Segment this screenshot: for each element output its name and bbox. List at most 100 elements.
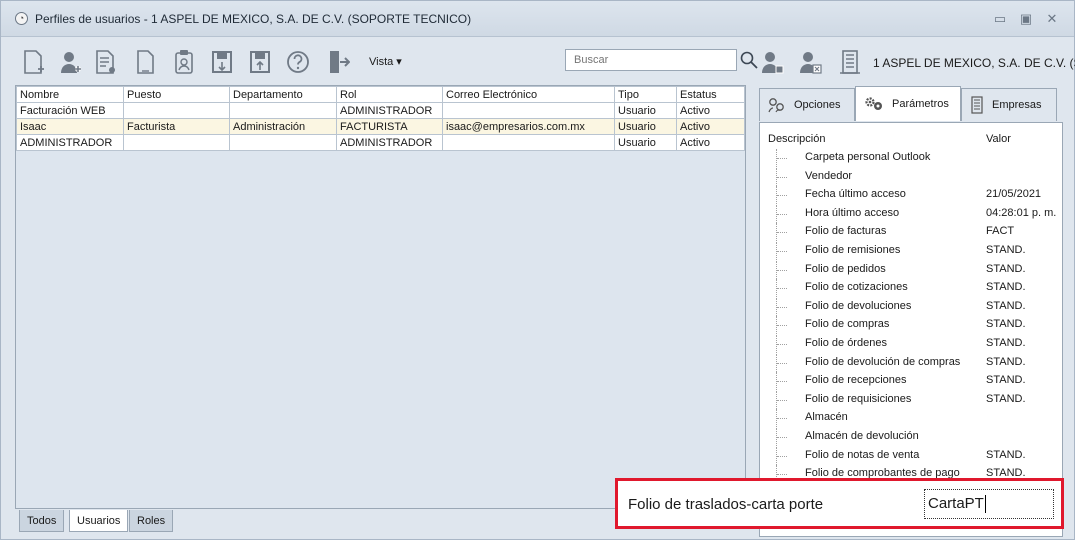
parameter-description: Folio de órdenes xyxy=(805,337,887,349)
table-cell xyxy=(123,102,230,119)
tree-connector xyxy=(776,204,788,223)
parameter-description: Hora último acceso xyxy=(805,206,900,219)
table-cell: Facturación WEB xyxy=(16,102,124,119)
table-cell: FACTURISTA xyxy=(336,118,443,135)
window-title: Perfiles de usuarios - 1 ASPEL DE MEXICO… xyxy=(35,12,472,26)
table-cell: Activo xyxy=(676,134,745,151)
parameter-row[interactable]: Folio de remisiones STAND. xyxy=(760,242,1060,260)
parameter-row[interactable]: Carpeta personal Outlook xyxy=(760,149,1060,167)
blank-page-icon xyxy=(137,50,154,74)
parameter-value: STAND. xyxy=(986,281,1026,294)
tab-usuarios[interactable]: Usuarios xyxy=(69,510,129,532)
blank-button[interactable] xyxy=(133,47,159,77)
clipboard-button[interactable] xyxy=(171,47,197,77)
exit-button[interactable] xyxy=(325,47,351,77)
assign-user-button[interactable] xyxy=(759,47,785,77)
parameter-row[interactable]: Fecha último acceso 21/05/2021 xyxy=(760,186,1060,205)
table-cell: Usuario xyxy=(614,102,677,119)
tab-empresas[interactable]: Empresas xyxy=(961,88,1057,121)
parameter-row[interactable]: Folio de pedidos STAND. xyxy=(760,260,1060,279)
parameter-description: Folio de facturas xyxy=(805,225,887,238)
save-button[interactable] xyxy=(209,47,235,77)
tree-connector xyxy=(776,223,788,242)
minimize-icon[interactable]: ▭ xyxy=(991,10,1009,28)
parameter-row[interactable]: Folio de órdenes STAND. xyxy=(760,335,1060,353)
vista-menu[interactable]: Vista ▾ xyxy=(369,55,402,68)
column-header-estatus[interactable]: Estatus xyxy=(676,86,745,103)
column-header-nombre[interactable]: Nombre xyxy=(16,86,124,103)
tree-connector xyxy=(776,186,788,205)
parameter-row[interactable]: Hora último acceso 04:28:01 p. m. xyxy=(760,204,1060,223)
table-row[interactable]: Facturación WEB ADMINISTRADOR Usuario Ac… xyxy=(16,102,745,119)
parameter-description: Carpeta personal Outlook xyxy=(805,151,931,163)
parameter-value: STAND. xyxy=(986,318,1026,331)
user-remove-icon xyxy=(800,52,822,74)
parameter-description: Fecha último acceso xyxy=(805,188,906,201)
title-bar: ◔ Perfiles de usuarios - 1 ASPEL DE MEXI… xyxy=(1,1,1074,37)
tab-todos[interactable]: Todos xyxy=(19,510,65,532)
exit-icon xyxy=(330,51,350,73)
parameter-description: Folio de requisiciones xyxy=(805,392,912,405)
tab-parametros-label: Parámetros xyxy=(892,98,949,110)
parameter-description: Folio de notas de venta xyxy=(805,448,920,461)
parameter-value: STAND. xyxy=(986,355,1026,368)
tab-roles[interactable]: Roles xyxy=(129,510,174,532)
table-cell: Activo xyxy=(676,102,745,119)
table-cell: Usuario xyxy=(614,118,677,135)
parameter-value: STAND. xyxy=(986,448,1026,461)
parameter-row[interactable]: Folio de cotizaciones STAND. xyxy=(760,279,1060,298)
company-name: 1 ASPEL DE MEXICO, S.A. DE C.V. (S... xyxy=(873,56,1075,70)
table-cell: isaac@empresarios.com.mx xyxy=(442,118,615,135)
save-as-button[interactable] xyxy=(247,47,273,77)
tree-connector xyxy=(776,446,788,465)
tree-connector xyxy=(776,260,788,279)
column-header-departamento[interactable]: Departamento xyxy=(229,86,337,103)
parameter-row[interactable]: Almacén xyxy=(760,409,1060,428)
parameter-description: Folio de compras xyxy=(805,318,890,331)
parameter-row[interactable]: Folio de compras STAND. xyxy=(760,316,1060,335)
close-icon[interactable]: ✕ xyxy=(1043,10,1061,28)
parameter-row[interactable]: Folio de facturas FACT xyxy=(760,223,1060,242)
parameter-row[interactable]: Folio de devoluciones STAND. xyxy=(760,297,1060,316)
parameter-row[interactable]: Folio de recepciones STAND. xyxy=(760,372,1060,391)
table-row[interactable]: Isaac Facturista Administración FACTURIS… xyxy=(16,118,745,135)
tree-connector xyxy=(776,242,788,260)
tab-opciones[interactable]: Opciones xyxy=(759,88,855,121)
add-user-button[interactable] xyxy=(57,47,83,77)
clipboard-icon xyxy=(175,50,193,74)
document-edit-icon xyxy=(96,50,115,74)
right-panel-tabs: Opciones Parámetros Empresas xyxy=(759,86,1059,122)
tab-parametros[interactable]: Parámetros xyxy=(855,86,961,121)
parameter-row[interactable]: Almacén de devolución xyxy=(760,428,1060,446)
tab-empresas-label: Empresas xyxy=(992,99,1042,111)
company-button[interactable] xyxy=(837,47,863,77)
parameter-row[interactable]: Folio de requisiciones STAND. xyxy=(760,390,1060,409)
building-icon xyxy=(970,96,984,114)
tree-connector xyxy=(776,279,788,298)
table-cell: ADMINISTRADOR xyxy=(336,102,443,119)
tree-connector xyxy=(776,316,788,335)
add-user-icon xyxy=(61,52,81,73)
search-input[interactable] xyxy=(566,50,736,70)
new-user-button[interactable] xyxy=(21,47,47,77)
remove-user-button[interactable] xyxy=(797,47,823,77)
column-header-puesto[interactable]: Puesto xyxy=(123,86,230,103)
parameter-label: Folio de traslados-carta porte xyxy=(628,496,824,513)
parameter-value-input[interactable]: CartaPT xyxy=(924,489,1054,519)
parameter-description: Folio de cotizaciones xyxy=(805,281,908,294)
table-cell xyxy=(123,134,230,151)
parameter-row[interactable]: Vendedor xyxy=(760,167,1060,186)
column-header-tipo[interactable]: Tipo xyxy=(614,86,677,103)
help-button[interactable] xyxy=(285,47,311,77)
parameter-value: STAND. xyxy=(986,392,1026,405)
table-row[interactable]: ADMINISTRADOR ADMINISTRADOR Usuario Acti… xyxy=(16,134,745,151)
edit-user-button[interactable] xyxy=(93,47,119,77)
column-header-rol[interactable]: Rol xyxy=(336,86,443,103)
parameter-description: Folio de remisiones xyxy=(805,244,901,256)
table-header: Nombre Puesto Departamento Rol Correo El… xyxy=(16,86,745,103)
parameter-row[interactable]: Folio de notas de venta STAND. xyxy=(760,446,1060,465)
column-header-correo[interactable]: Correo Electrónico xyxy=(442,86,615,103)
parameter-row[interactable]: Folio de devolución de compras STAND. xyxy=(760,353,1060,372)
parameter-value: 04:28:01 p. m. xyxy=(986,206,1057,219)
maximize-icon[interactable]: ▣ xyxy=(1017,10,1035,28)
